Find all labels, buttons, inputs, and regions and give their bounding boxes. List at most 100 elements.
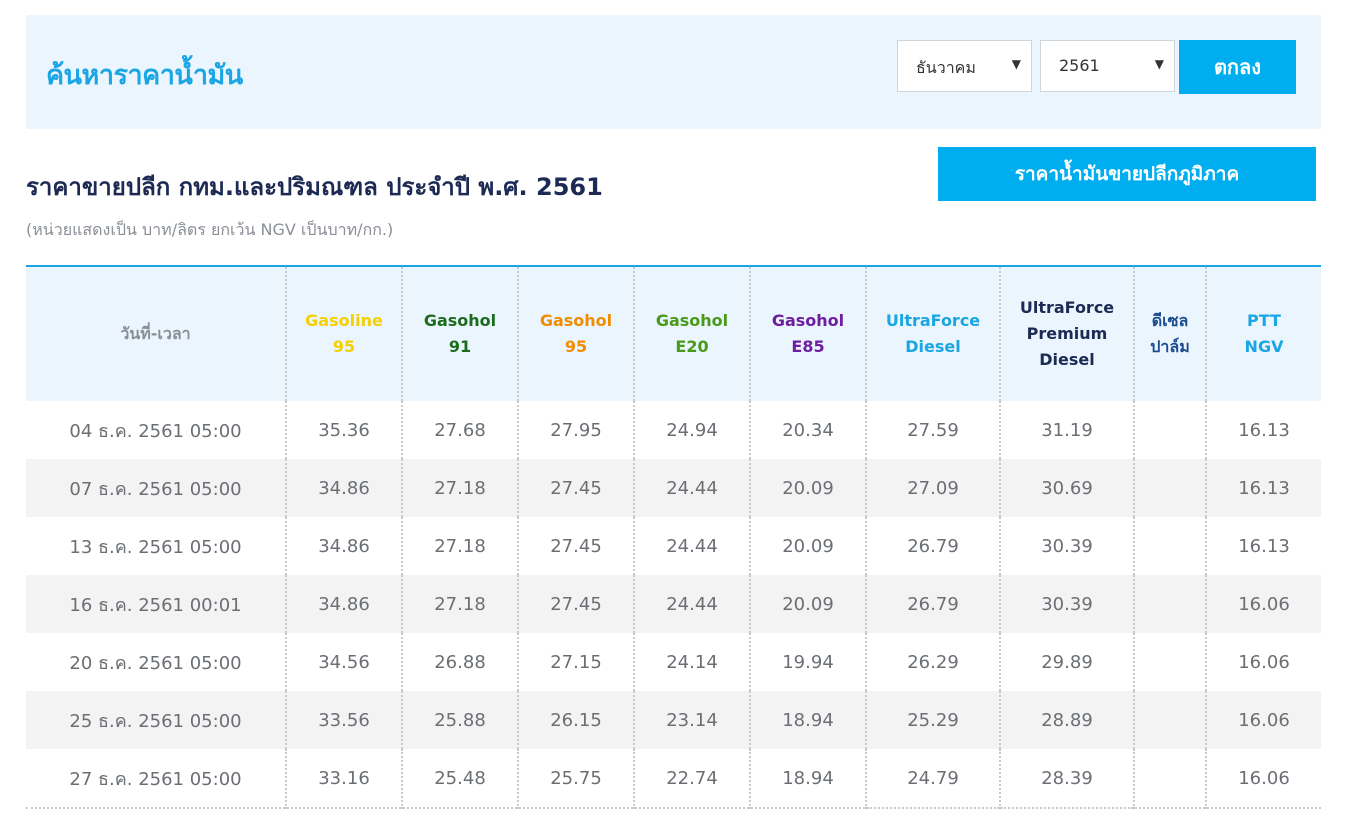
price-cell: [1133, 517, 1206, 575]
column-header-line: Gasohol: [423, 311, 497, 330]
price-cell: 16.06: [1205, 575, 1321, 633]
table-row: 04 ธ.ค. 2561 05:00 35.36 27.68 27.95 24.94 20…: [26, 401, 1321, 459]
price-cell: 24.94: [633, 401, 750, 459]
price-cell: 19.94: [749, 633, 866, 691]
price-cell: 27.18: [401, 517, 518, 575]
column-header-line: UltraForce: [885, 311, 981, 330]
price-cell: 16.06: [1205, 691, 1321, 749]
search-title: ค้นหาราคาน้ำมัน: [46, 60, 243, 91]
price-cell: 27.95: [517, 401, 634, 459]
column-header-line: Gasoline: [305, 311, 383, 330]
column-header-line: 95: [332, 337, 356, 356]
submit-button[interactable]: ตกลง: [1179, 40, 1296, 94]
table-header-row: วันที่-เวลา Gasoline 95 Gasohol 91 Gasohol 95 G…: [26, 266, 1321, 401]
price-cell: 20.34: [749, 401, 866, 459]
column-header: PTT NGV: [1205, 266, 1321, 401]
price-cell: [1133, 575, 1206, 633]
price-cell: 27.18: [401, 575, 518, 633]
year-select-value: 2561: [1059, 56, 1100, 75]
column-header-line: NGV: [1244, 337, 1284, 356]
price-cell: [1133, 459, 1206, 517]
column-header-line: Gasohol: [771, 311, 845, 330]
price-cell: 23.14: [633, 691, 750, 749]
year-select[interactable]: 2561 ▼: [1040, 40, 1175, 92]
table-row: 27 ธ.ค. 2561 05:00 33.16 25.48 25.75 22.74 18…: [26, 749, 1321, 808]
table-row: 20 ธ.ค. 2561 05:00 34.56 26.88 27.15 24.14 19…: [26, 633, 1321, 691]
price-cell: 31.19: [999, 401, 1134, 459]
column-header-line: E20: [675, 337, 709, 356]
price-cell: 29.89: [999, 633, 1134, 691]
price-cell: 25.29: [865, 691, 1000, 749]
date-cell: 27 ธ.ค. 2561 05:00: [26, 749, 286, 808]
column-header-line: 95: [564, 337, 588, 356]
price-cell: 30.39: [999, 575, 1134, 633]
price-cell: 26.79: [865, 517, 1000, 575]
date-cell: 07 ธ.ค. 2561 05:00: [26, 459, 286, 517]
price-cell: 16.06: [1205, 749, 1321, 808]
table-body: 04 ธ.ค. 2561 05:00 35.36 27.68 27.95 24.94 20…: [26, 401, 1321, 808]
price-table: วันที่-เวลา Gasoline 95 Gasohol 91 Gasohol 95 G…: [26, 265, 1321, 809]
column-header-line: ดีเซล: [1151, 311, 1189, 330]
table-row: 25 ธ.ค. 2561 05:00 33.56 25.88 26.15 23.14 18…: [26, 691, 1321, 749]
price-cell: 25.48: [401, 749, 518, 808]
column-header-line: วันที่-เวลา: [120, 324, 191, 343]
price-cell: 34.86: [285, 575, 402, 633]
price-cell: 18.94: [749, 691, 866, 749]
price-cell: 27.68: [401, 401, 518, 459]
date-cell: 25 ธ.ค. 2561 05:00: [26, 691, 286, 749]
price-cell: 24.44: [633, 517, 750, 575]
column-header-line: ปาล์ม: [1150, 337, 1190, 356]
column-header: ดีเซลปาล์ม: [1133, 266, 1206, 401]
column-header-line: Premium: [1026, 324, 1108, 343]
price-cell: 24.79: [865, 749, 1000, 808]
price-cell: 30.39: [999, 517, 1134, 575]
chevron-down-icon: ▼: [1011, 57, 1021, 71]
price-cell: 27.45: [517, 459, 634, 517]
price-cell: 27.59: [865, 401, 1000, 459]
date-cell: 13 ธ.ค. 2561 05:00: [26, 517, 286, 575]
price-cell: 26.88: [401, 633, 518, 691]
price-cell: [1133, 691, 1206, 749]
month-select-value: ธันวาคม: [916, 58, 976, 77]
column-header-line: Diesel: [1039, 350, 1095, 369]
column-header-line: Diesel: [905, 337, 961, 356]
price-cell: 27.15: [517, 633, 634, 691]
month-select[interactable]: ธันวาคม ▼: [897, 40, 1032, 92]
column-header: Gasohol 95: [517, 266, 634, 401]
column-header-line: UltraForce: [1019, 298, 1115, 317]
column-header-line: E85: [791, 337, 825, 356]
date-cell: 16 ธ.ค. 2561 00:01: [26, 575, 286, 633]
column-header: Gasohol E85: [749, 266, 866, 401]
price-cell: 33.56: [285, 691, 402, 749]
table-row: 07 ธ.ค. 2561 05:00 34.86 27.18 27.45 24.44 20…: [26, 459, 1321, 517]
table-row: 16 ธ.ค. 2561 00:01 34.86 27.18 27.45 24.44 20…: [26, 575, 1321, 633]
date-cell: 04 ธ.ค. 2561 05:00: [26, 401, 286, 459]
price-cell: 25.88: [401, 691, 518, 749]
column-header-line: 91: [448, 337, 472, 356]
price-cell: 16.13: [1205, 401, 1321, 459]
price-cell: 34.86: [285, 459, 402, 517]
price-cell: 20.09: [749, 575, 866, 633]
price-cell: 20.09: [749, 459, 866, 517]
price-cell: 22.74: [633, 749, 750, 808]
price-cell: 25.75: [517, 749, 634, 808]
price-cell: 28.89: [999, 691, 1134, 749]
column-header: Gasohol 91: [401, 266, 518, 401]
price-cell: 18.94: [749, 749, 866, 808]
price-cell: [1133, 401, 1206, 459]
page-title: ราคาขายปลีก กทม.และปริมณฑล ประจำปี พ.ศ. …: [26, 173, 603, 201]
price-cell: 20.09: [749, 517, 866, 575]
price-cell: 28.39: [999, 749, 1134, 808]
column-header-line: PTT: [1247, 311, 1281, 330]
price-cell: 27.45: [517, 575, 634, 633]
date-cell: 20 ธ.ค. 2561 05:00: [26, 633, 286, 691]
price-cell: 16.13: [1205, 459, 1321, 517]
regional-prices-button[interactable]: ราคาน้ำมันขายปลีกภูมิภาค: [938, 147, 1316, 201]
price-cell: 30.69: [999, 459, 1134, 517]
price-cell: 24.44: [633, 459, 750, 517]
price-cell: 27.09: [865, 459, 1000, 517]
price-cell: 16.06: [1205, 633, 1321, 691]
column-header: UltraForce Diesel: [865, 266, 1000, 401]
column-header: Gasoline 95: [285, 266, 402, 401]
price-cell: 34.56: [285, 633, 402, 691]
